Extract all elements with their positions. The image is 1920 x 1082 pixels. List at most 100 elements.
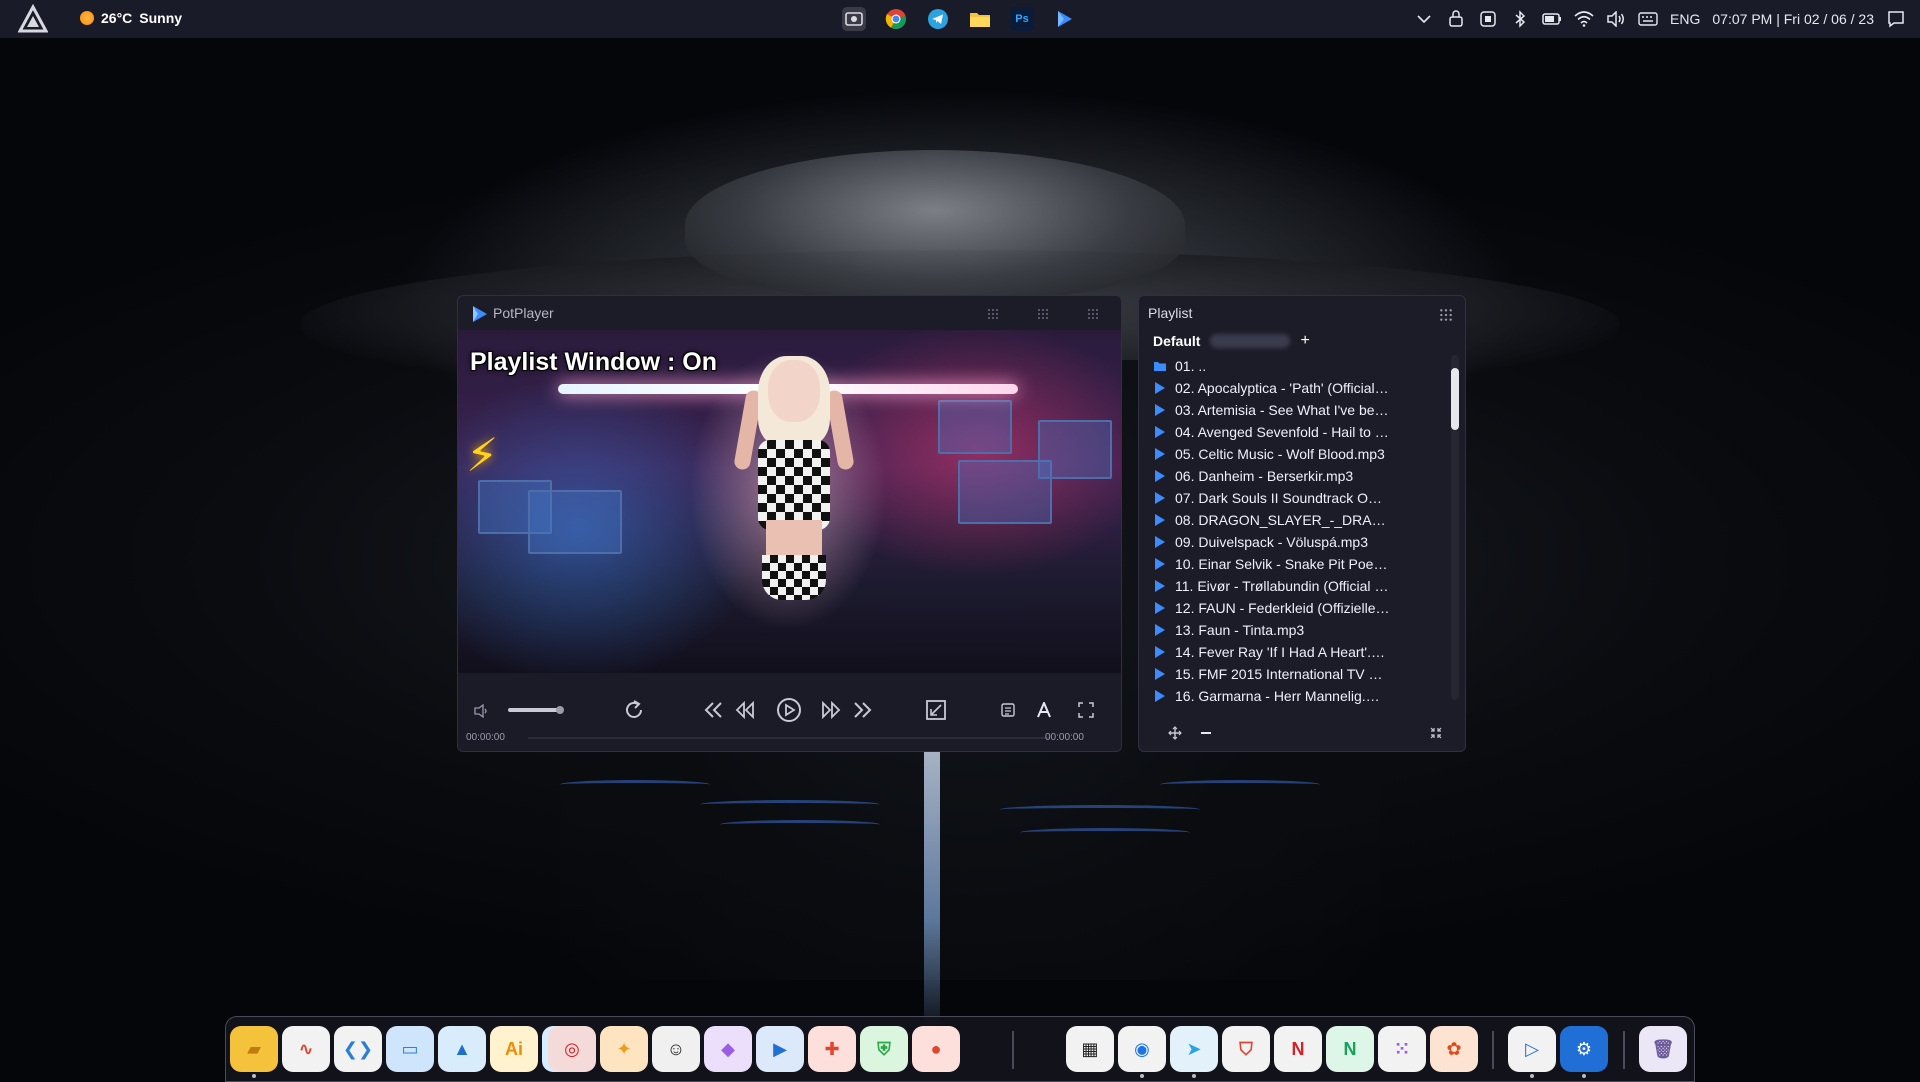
next-icon[interactable]	[852, 700, 874, 720]
play-triangle-icon	[1153, 425, 1167, 439]
notion-like-icon[interactable]: N	[1326, 1026, 1374, 1072]
trash-icon[interactable]: 🗑	[1639, 1026, 1687, 1072]
screen-icon[interactable]	[1478, 9, 1498, 29]
play-triangle-icon	[1153, 557, 1167, 571]
photoshop-icon[interactable]: Ps	[1010, 7, 1034, 31]
store-icon[interactable]: ▦	[1066, 1026, 1114, 1072]
playlist-scroll-thumb[interactable]	[1451, 368, 1459, 430]
chevron-up-icon[interactable]	[1414, 9, 1434, 29]
running-indicator	[1582, 1074, 1586, 1078]
playlist-item[interactable]: 02. Apocalyptica - 'Path' (Official Vide…	[1153, 377, 1391, 399]
vpn-shield-icon[interactable]: ⛨	[860, 1026, 908, 1072]
fast-forward-icon[interactable]	[820, 700, 842, 720]
playlist-item[interactable]: 10. Einar Selvik - Snake Pit Poetry (Rag…	[1153, 553, 1391, 575]
previous-icon[interactable]	[702, 700, 724, 720]
terminal-icon[interactable]: ▭	[386, 1026, 434, 1072]
potplayer-titlebar[interactable]: PotPlayer	[458, 296, 1121, 330]
launcher-logo-icon[interactable]	[18, 4, 48, 34]
playlist-item-label: 09. Duivelspack - Völuspá.mp3	[1175, 534, 1368, 550]
seek-bar[interactable]	[528, 737, 1050, 739]
file-explorer-icon[interactable]	[968, 7, 992, 31]
play-triangle-icon	[1153, 469, 1167, 483]
chrome-icon[interactable]: ◉	[1118, 1026, 1166, 1072]
screenshot-icon[interactable]	[842, 7, 866, 31]
gallery-icon[interactable]: ◆	[704, 1026, 752, 1072]
playlist-item[interactable]: 16. Garmarna - Herr Mannelig.mp3	[1153, 685, 1391, 707]
grip-dots-icon[interactable]	[1087, 308, 1099, 320]
play-triangle-icon	[1153, 667, 1167, 681]
playlist-item[interactable]: 01. ..	[1153, 355, 1391, 377]
tab-blurred[interactable]	[1210, 334, 1291, 348]
playlist-item-label: 14. Fever Ray 'If I Had A Heart'.mp3	[1175, 644, 1391, 660]
tab-default[interactable]: Default	[1153, 333, 1200, 349]
fullscreen-icon[interactable]	[1078, 702, 1094, 718]
playlist-item[interactable]: 04. Avenged Sevenfold - Hail to the Kin.…	[1153, 421, 1391, 443]
grip-dots-icon[interactable]	[1439, 308, 1453, 322]
playlist-item[interactable]: 03. Artemisia - See What I've become....	[1153, 399, 1391, 421]
brave-icon[interactable]: ⛉	[1222, 1026, 1270, 1072]
clock-datetime[interactable]: 07:07 PM | Fri 02 / 06 / 23	[1712, 11, 1874, 27]
volume-knob[interactable]	[556, 706, 564, 714]
video-area[interactable]: ⚡ Playlist Window : On	[458, 330, 1121, 673]
telegram-icon[interactable]	[926, 7, 950, 31]
anonymous-mask-icon[interactable]: ☺	[652, 1026, 700, 1072]
cloud-icon[interactable]: ▲	[438, 1026, 486, 1072]
playlist-item[interactable]: 06. Danheim - Berserkir.mp3	[1153, 465, 1391, 487]
illustrator-icon[interactable]: Ai	[490, 1026, 538, 1072]
playlist-item[interactable]: 11. Eivør - Trøllabundin (Official Lyric…	[1153, 575, 1391, 597]
netflix-icon[interactable]: N	[1274, 1026, 1322, 1072]
battery-icon[interactable]	[1542, 9, 1562, 29]
volume-slider[interactable]	[508, 708, 560, 712]
chat-bubble-icon[interactable]: ●	[912, 1026, 960, 1072]
playlist-item[interactable]: 05. Celtic Music - Wolf Blood.mp3	[1153, 443, 1391, 465]
paint-icon[interactable]: ✦	[600, 1026, 648, 1072]
volume-icon[interactable]	[1606, 9, 1626, 29]
davinci-icon[interactable]: ✿	[1430, 1026, 1478, 1072]
playlist-item[interactable]: 14. Fever Ray 'If I Had A Heart'.mp3	[1153, 641, 1391, 663]
repeat-icon[interactable]	[622, 698, 646, 722]
playlist-item[interactable]: 08. DRAGON_SLAYER_-_DRAGON_SLAY...	[1153, 509, 1391, 531]
notification-icon[interactable]	[1886, 9, 1906, 29]
playlist-item[interactable]: 13. Faun - Tinta.mp3	[1153, 619, 1391, 641]
play-triangle-icon	[1153, 623, 1167, 637]
aspect-ratio-icon[interactable]	[925, 699, 947, 721]
language-indicator[interactable]: ENG	[1670, 11, 1700, 27]
settings-gear-icon[interactable]: ⚙	[1560, 1026, 1608, 1072]
grip-dots-icon[interactable]	[987, 308, 999, 320]
creative-cloud-icon[interactable]: ◎	[548, 1026, 596, 1072]
play-triangle-icon	[1153, 535, 1167, 549]
game-controller-icon[interactable]: ✚	[808, 1026, 856, 1072]
potplayer-dock-icon[interactable]: ▷	[1508, 1026, 1556, 1072]
security-icon[interactable]	[1446, 9, 1466, 29]
running-indicator	[1140, 1074, 1144, 1078]
scene-monitor	[1038, 420, 1112, 479]
mute-speaker-icon[interactable]	[474, 704, 490, 718]
activity-monitor-icon[interactable]: ∿	[282, 1026, 330, 1072]
playlist-item-label: 16. Garmarna - Herr Mannelig.mp3	[1175, 688, 1391, 704]
rewind-icon[interactable]	[734, 700, 756, 720]
playlist-item[interactable]: 15. FMF 2015 International TV Series G..…	[1153, 663, 1391, 685]
add-tab-button[interactable]: +	[1300, 332, 1309, 350]
playlist-item[interactable]: 12. FAUN - Federkleid (Offizielles Video…	[1153, 597, 1391, 619]
potplayer-icon[interactable]	[1052, 7, 1076, 31]
file-manager-icon[interactable]: ▰	[230, 1026, 278, 1072]
grip-dots-icon[interactable]	[1037, 308, 1049, 320]
subtitle-font-icon[interactable]	[1036, 702, 1052, 718]
collapse-icon[interactable]	[1429, 726, 1443, 740]
telegram-icon[interactable]: ➤	[1170, 1026, 1218, 1072]
playlist-item[interactable]: 09. Duivelspack - Völuspá.mp3	[1153, 531, 1391, 553]
bluetooth-icon[interactable]	[1510, 9, 1530, 29]
remove-item-icon[interactable]	[1199, 726, 1213, 740]
vscode-icon[interactable]: ❮❯	[334, 1026, 382, 1072]
playlist-item[interactable]: 07. Dark Souls II Soundtrack OST - The .…	[1153, 487, 1391, 509]
play-icon[interactable]	[776, 697, 802, 723]
app-grid-icon[interactable]: ⁙	[1378, 1026, 1426, 1072]
playlist-toggle-icon[interactable]	[1000, 702, 1016, 718]
media-player-icon[interactable]: ▶	[756, 1026, 804, 1072]
wifi-icon[interactable]	[1574, 9, 1594, 29]
chrome-icon[interactable]	[884, 7, 908, 31]
weather-widget[interactable]: 26°C Sunny	[80, 10, 182, 26]
keyboard-icon[interactable]	[1638, 9, 1658, 29]
add-files-icon[interactable]	[1168, 726, 1182, 740]
play-triangle-icon	[1153, 381, 1167, 395]
